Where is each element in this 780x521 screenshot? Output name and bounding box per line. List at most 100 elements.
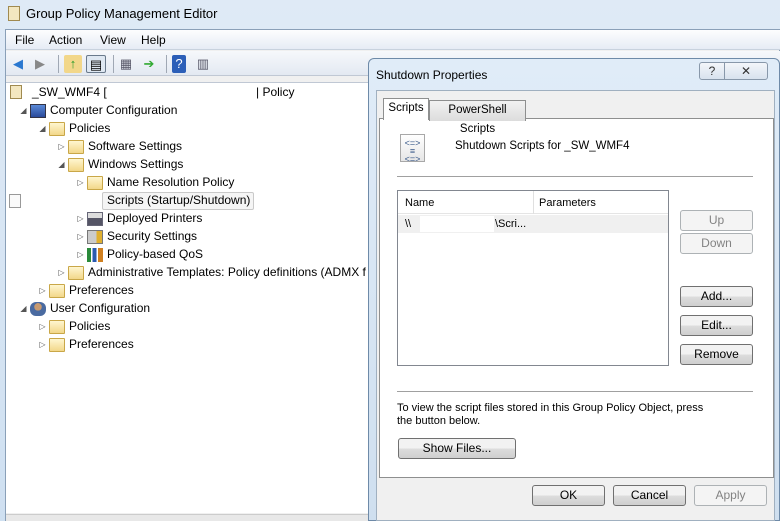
collapse-arrow-icon[interactable]: ◢ bbox=[57, 156, 66, 173]
security-icon bbox=[87, 230, 103, 244]
column-divider[interactable] bbox=[533, 191, 534, 214]
tree-item-label: Scripts (Startup/Shutdown) bbox=[107, 193, 251, 207]
help-button[interactable]: ? bbox=[699, 62, 725, 80]
expand-arrow-icon[interactable]: ▷ bbox=[76, 228, 85, 245]
show-action-pane-icon[interactable]: ▥ bbox=[194, 55, 212, 73]
window-title: Group Policy Management Editor bbox=[26, 6, 218, 21]
tree-item[interactable]: ◢ Computer Configuration bbox=[6, 102, 366, 119]
expand-arrow-icon[interactable]: ▷ bbox=[76, 210, 85, 227]
tree-item-label: Policy-based QoS bbox=[107, 247, 204, 261]
ok-button[interactable]: OK bbox=[532, 485, 605, 506]
gpo-icon bbox=[8, 6, 20, 21]
expand-arrow-icon[interactable]: ▷ bbox=[38, 318, 47, 335]
menu-file[interactable]: File bbox=[15, 33, 34, 47]
expand-arrow-icon[interactable]: ▷ bbox=[57, 138, 66, 155]
tab-powershell-scripts[interactable]: PowerShell Scripts bbox=[429, 100, 526, 135]
scripts-heading: Shutdown Scripts for _SW_WMF4 bbox=[455, 140, 630, 152]
expand-arrow-icon[interactable]: ▷ bbox=[76, 246, 85, 263]
down-button[interactable]: Down bbox=[680, 233, 753, 254]
menu-bar: File Action View Help bbox=[6, 30, 780, 50]
horizontal-scrollbar[interactable] bbox=[6, 514, 368, 521]
forward-icon[interactable]: ▶ bbox=[31, 55, 49, 73]
collapse-arrow-icon[interactable]: ◢ bbox=[19, 300, 28, 317]
column-name[interactable]: Name bbox=[405, 197, 434, 209]
cancel-button[interactable]: Cancel bbox=[613, 485, 686, 506]
menu-help[interactable]: Help bbox=[141, 33, 166, 47]
menu-action[interactable]: Action bbox=[49, 33, 82, 47]
tree-item[interactable]: ▷ Security Settings bbox=[6, 228, 366, 245]
tree-item[interactable]: ▷ Deployed Printers bbox=[6, 210, 366, 227]
tree-item[interactable]: ▷ Preferences bbox=[6, 336, 366, 353]
tree-item-label: Windows Settings bbox=[88, 157, 184, 171]
edit-button[interactable]: Edit... bbox=[680, 315, 753, 336]
tree-root-label: _SW_WMF4 [ bbox=[32, 85, 107, 99]
folder-icon bbox=[87, 176, 103, 190]
redacted-region bbox=[420, 216, 494, 232]
folder-icon bbox=[49, 320, 65, 334]
collapse-arrow-icon[interactable]: ◢ bbox=[19, 102, 28, 119]
back-icon[interactable]: ◀ bbox=[9, 55, 27, 73]
tree-item[interactable]: ◢ Windows Settings bbox=[6, 156, 366, 173]
scripts-list[interactable]: Name Parameters \\ \Scri... bbox=[397, 190, 669, 366]
folder-icon bbox=[49, 122, 65, 136]
tree-item[interactable]: ▷ Preferences bbox=[6, 282, 366, 299]
expand-arrow-icon[interactable]: ▷ bbox=[76, 174, 85, 191]
tree-item-label: Software Settings bbox=[88, 139, 183, 153]
expand-arrow-icon[interactable]: ▷ bbox=[57, 264, 66, 281]
tree-item-label: Preferences bbox=[69, 283, 134, 297]
up-button[interactable]: Up bbox=[680, 210, 753, 231]
tree-item-label: Administrative Templates: Policy definit… bbox=[88, 265, 366, 279]
help-icon[interactable]: ? bbox=[172, 55, 186, 73]
script-icon bbox=[9, 194, 21, 208]
export-list-icon[interactable]: ➔ bbox=[140, 55, 158, 73]
up-folder-icon[interactable]: ↑ bbox=[64, 55, 82, 73]
dialog-title: Shutdown Properties bbox=[376, 68, 488, 82]
show-files-info: To view the script files stored in this … bbox=[397, 402, 704, 427]
add-button[interactable]: Add... bbox=[680, 286, 753, 307]
script-icon: <=> ≡ <=> bbox=[400, 134, 425, 164]
computer-icon bbox=[30, 104, 46, 118]
folder-icon bbox=[68, 158, 84, 172]
tab-scripts[interactable]: Scripts bbox=[383, 98, 429, 120]
properties-icon[interactable]: ▦ bbox=[117, 55, 135, 73]
folder-icon bbox=[49, 338, 65, 352]
show-hide-tree-icon[interactable]: ▤ bbox=[86, 55, 106, 73]
column-parameters[interactable]: Parameters bbox=[539, 197, 596, 209]
divider bbox=[397, 391, 753, 392]
tree-item-label: Name Resolution Policy bbox=[107, 175, 235, 189]
tree-item-label: Preferences bbox=[69, 337, 134, 351]
chart-icon bbox=[87, 248, 103, 262]
apply-button[interactable]: Apply bbox=[694, 485, 767, 506]
tree-item-label: Policies bbox=[69, 319, 111, 333]
tree-item-label: Computer Configuration bbox=[50, 103, 178, 117]
show-files-button[interactable]: Show Files... bbox=[398, 438, 516, 459]
tree-item[interactable]: ▷ Administrative Templates: Policy defini… bbox=[6, 264, 366, 281]
script-name-start: \\ bbox=[405, 218, 412, 230]
close-button[interactable]: ✕ bbox=[724, 62, 768, 80]
menu-view[interactable]: View bbox=[100, 33, 126, 47]
tree-root-suffix: | Policy bbox=[256, 85, 295, 99]
list-header: Name Parameters bbox=[398, 191, 668, 214]
script-name-end: \Scri... bbox=[495, 218, 527, 230]
printer-icon bbox=[87, 212, 103, 226]
table-row[interactable]: \\ \Scri... bbox=[398, 215, 668, 233]
expand-arrow-icon[interactable]: ▷ bbox=[38, 282, 47, 299]
tree-item[interactable]: ◢ Policies bbox=[6, 120, 366, 137]
tree-item-label: Security Settings bbox=[107, 229, 198, 243]
collapse-arrow-icon[interactable]: ◢ bbox=[38, 120, 47, 137]
folder-icon bbox=[68, 140, 84, 154]
tree-item-label: User Configuration bbox=[50, 301, 151, 315]
tree-item[interactable]: ▷ Policies bbox=[6, 318, 366, 335]
tree-item[interactable]: ▷ Name Resolution Policy bbox=[6, 174, 366, 191]
tree-item[interactable]: ◢ User Configuration bbox=[6, 300, 366, 317]
tree-item-label: Policies bbox=[69, 121, 111, 135]
folder-icon bbox=[68, 266, 84, 280]
remove-button[interactable]: Remove bbox=[680, 344, 753, 365]
tree-item[interactable]: ▷ Software Settings bbox=[6, 138, 366, 155]
tree-item[interactable]: Scripts (Startup/Shutdown) bbox=[6, 192, 366, 209]
console-tree: _SW_WMF4 [ | Policy ◢ Computer Configurat… bbox=[6, 82, 368, 513]
expand-arrow-icon[interactable]: ▷ bbox=[38, 336, 47, 353]
tree-item[interactable]: ▷ Policy-based QoS bbox=[6, 246, 366, 263]
tree-item-label: Deployed Printers bbox=[107, 211, 203, 225]
toolbar-separator bbox=[166, 55, 167, 73]
